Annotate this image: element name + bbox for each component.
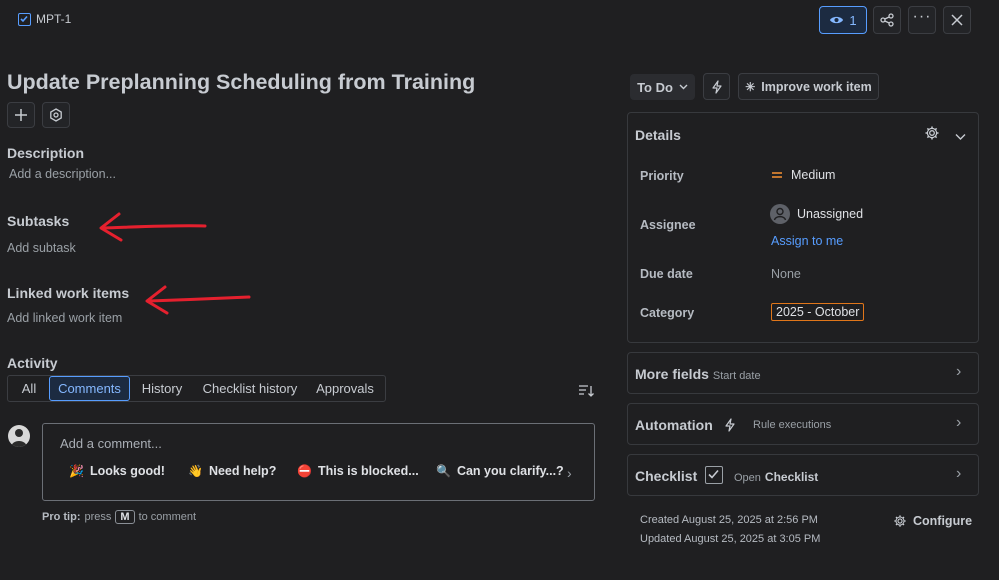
priority-value[interactable]: Medium <box>771 168 835 182</box>
description-heading: Description <box>7 145 85 161</box>
checklist-heading: Checklist <box>635 468 698 484</box>
tab-all[interactable]: All <box>14 376 44 401</box>
gear-icon[interactable] <box>924 125 940 146</box>
priority-medium-icon <box>772 172 782 178</box>
checkbox-icon <box>705 466 723 484</box>
lightning-icon <box>711 79 722 94</box>
magnifier-icon: 🔍 <box>436 464 451 478</box>
eye-icon <box>830 16 844 24</box>
annotation-arrow-icon <box>99 212 207 242</box>
no-entry-icon: ⛔ <box>297 464 312 478</box>
sparkle-icon: ✳ <box>745 79 756 94</box>
gear-icon <box>894 515 906 527</box>
comment-input[interactable]: Add a comment... <box>60 436 162 451</box>
ellipsis-icon: ··· <box>912 8 932 25</box>
status-dropdown[interactable]: To Do <box>630 74 695 100</box>
description-field[interactable]: Add a description... <box>9 167 116 181</box>
improve-work-item-button[interactable]: ✳ Improve work item <box>738 73 879 100</box>
chevron-down-icon <box>679 84 688 90</box>
watch-count: 1 <box>849 12 857 28</box>
checklist-sub-bold: Checklist <box>764 470 819 484</box>
plus-icon <box>15 109 27 121</box>
chevron-right-icon[interactable]: › <box>956 465 961 483</box>
add-button[interactable] <box>7 102 35 128</box>
comment-box[interactable]: Add a comment... <box>42 423 595 501</box>
automation-panel[interactable]: Automation Rule executions › <box>627 403 979 445</box>
automation-button[interactable] <box>703 73 730 100</box>
keyboard-key: M <box>115 510 135 524</box>
close-icon <box>951 14 963 26</box>
more-fields-heading: More fields <box>635 366 709 382</box>
add-subtask[interactable]: Add subtask <box>7 241 76 255</box>
annotation-arrow-icon <box>145 285 251 315</box>
checkbox-task-icon <box>18 12 31 26</box>
tab-comments[interactable]: Comments <box>49 376 130 401</box>
chevron-right-icon[interactable]: › <box>567 465 572 481</box>
activity-tabs: All Comments History Checklist history A… <box>7 375 386 402</box>
lightning-icon <box>725 418 735 432</box>
pro-tip: Pro tip: press M to comment <box>42 510 197 524</box>
share-icon <box>880 13 894 27</box>
tab-approvals[interactable]: Approvals <box>310 376 380 401</box>
avatar <box>8 425 30 447</box>
page-title[interactable]: Update Preplanning Scheduling from Train… <box>7 70 475 95</box>
settings-hex-icon <box>50 108 62 122</box>
quick-reply-blocked[interactable]: ⛔ This is blocked... <box>297 464 419 478</box>
tab-history[interactable]: History <box>134 376 190 401</box>
chevron-right-icon[interactable]: › <box>956 414 961 432</box>
quick-reply-looks-good[interactable]: 🎉 Looks good! <box>69 464 165 478</box>
automation-sub: Rule executions <box>753 419 832 431</box>
watch-button[interactable]: 1 <box>819 6 867 34</box>
checklist-sub: Open <box>734 472 761 484</box>
quick-reply-clarify[interactable]: 🔍 Can you clarify...? <box>436 464 564 478</box>
details-panel: Details Priority Medium Assignee Unassig… <box>627 112 979 343</box>
more-actions-button[interactable]: ··· <box>908 6 936 34</box>
add-linked-item[interactable]: Add linked work item <box>7 311 122 325</box>
priority-label: Priority <box>640 169 684 183</box>
tab-checklist-history[interactable]: Checklist history <box>198 376 302 401</box>
party-icon: 🎉 <box>69 464 84 478</box>
checklist-panel[interactable]: Checklist Open Checklist › <box>627 454 979 496</box>
chevron-down-icon[interactable] <box>955 128 966 146</box>
more-fields-sub: Start date <box>712 370 761 382</box>
wave-icon: 👋 <box>188 464 203 478</box>
issue-key[interactable]: MPT-1 <box>36 12 71 26</box>
more-fields-panel[interactable]: More fields Start date › <box>627 352 979 394</box>
assign-to-me-link[interactable]: Assign to me <box>771 234 843 248</box>
share-button[interactable] <box>873 6 901 34</box>
due-date-label: Due date <box>640 267 693 281</box>
subtasks-heading: Subtasks <box>7 213 70 229</box>
quick-reply-need-help[interactable]: 👋 Need help? <box>188 464 276 478</box>
category-label: Category <box>640 306 695 320</box>
updated-timestamp: Updated August 25, 2025 at 3:05 PM <box>640 533 821 545</box>
linked-heading: Linked work items <box>7 285 130 301</box>
user-icon <box>770 204 790 224</box>
chevron-right-icon[interactable]: › <box>956 363 961 381</box>
category-value[interactable]: 2025 - October <box>771 303 865 321</box>
automation-heading: Automation <box>635 417 713 433</box>
apps-button[interactable] <box>42 102 70 128</box>
assignee-value[interactable]: Unassigned <box>770 204 863 224</box>
breadcrumb[interactable]: MPT-1 <box>18 12 71 26</box>
configure-button[interactable]: Configure <box>893 514 972 528</box>
assignee-label: Assignee <box>640 218 696 232</box>
sort-icon[interactable] <box>578 384 594 403</box>
created-timestamp: Created August 25, 2025 at 2:56 PM <box>640 514 818 526</box>
activity-heading: Activity <box>7 355 58 371</box>
close-button[interactable] <box>943 6 971 34</box>
due-date-value[interactable]: None <box>771 267 801 281</box>
details-heading[interactable]: Details <box>635 127 681 143</box>
